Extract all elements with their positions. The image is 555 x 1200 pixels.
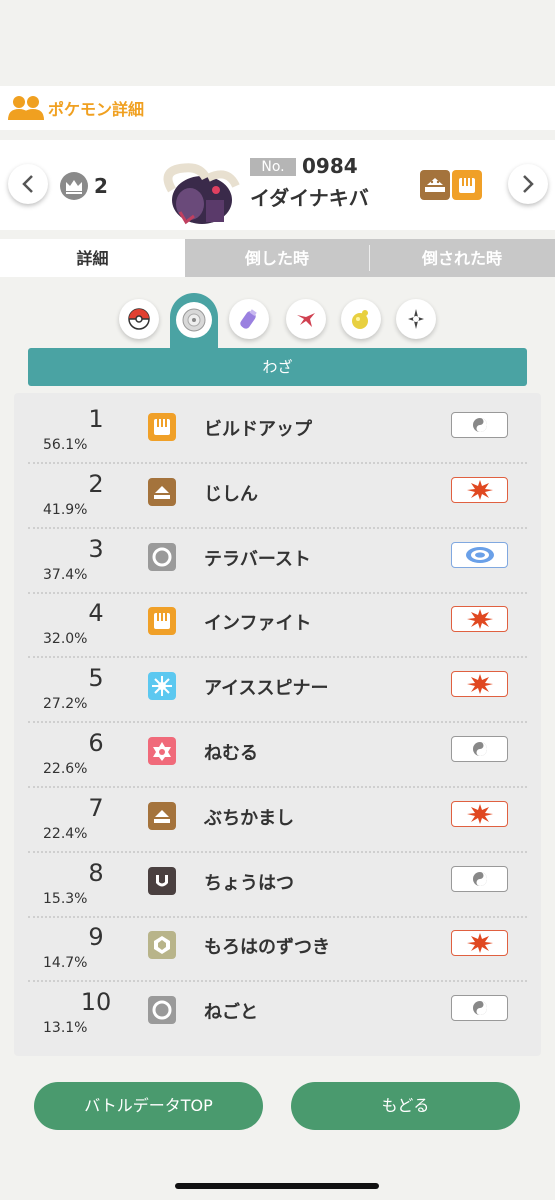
physical-category-icon	[451, 606, 508, 633]
normal-type-icon	[148, 996, 176, 1025]
chevron-left-icon	[22, 175, 33, 193]
move-usage-percent: 27.2%	[43, 696, 88, 713]
move-rank: 2	[88, 469, 104, 498]
crown-icon	[60, 172, 88, 200]
move-usage-percent: 37.4%	[43, 566, 88, 583]
move-usage-percent: 56.1%	[43, 437, 88, 453]
move-name: じしん	[204, 483, 258, 505]
move-rank: 7	[88, 793, 104, 822]
rock-type-icon	[148, 931, 176, 960]
status-category-icon	[451, 995, 508, 1022]
pokemon-card: 2 No. 0984 イダイナキバ	[0, 140, 555, 230]
ground-type-icon	[148, 801, 176, 830]
page-header: ポケモン詳細	[0, 86, 555, 130]
pokeball-icon[interactable]	[119, 299, 159, 339]
move-row[interactable]: 8 15.3% ちょうはつ	[14, 853, 541, 918]
tab-divider	[369, 245, 370, 271]
move-rank: 1	[88, 405, 104, 433]
prev-pokemon-button[interactable]	[8, 164, 48, 204]
home-indicator[interactable]	[175, 1183, 379, 1189]
move-usage-percent: 14.7%	[43, 955, 88, 972]
section-title: わざ	[28, 348, 527, 386]
item-icon[interactable]	[229, 299, 269, 339]
move-name: テラバースト	[204, 548, 311, 570]
ice-type-icon	[148, 672, 176, 701]
move-name: ぶちかまし	[204, 807, 295, 829]
physical-category-icon	[451, 800, 508, 827]
move-usage-percent: 15.3%	[43, 890, 88, 907]
next-pokemon-button[interactable]	[508, 164, 548, 204]
physical-category-icon	[451, 930, 508, 957]
move-row[interactable]: 3 37.4% テラバースト	[14, 529, 541, 594]
move-usage-percent: 32.0%	[43, 631, 88, 648]
special-category-icon	[451, 541, 508, 568]
dex-number-label: No.	[250, 158, 296, 176]
move-name: ねごと	[204, 1002, 258, 1024]
move-rank: 10	[80, 988, 112, 1017]
move-usage-percent: 22.6%	[43, 761, 88, 777]
move-usage-percent: 41.9%	[43, 501, 88, 518]
page-title: ポケモン詳細	[48, 100, 145, 119]
move-name: インファイト	[204, 613, 312, 635]
bottom-actions: バトルデータTOP もどる	[0, 1064, 555, 1200]
nature-icon[interactable]	[396, 299, 436, 339]
berry-icon[interactable]	[286, 299, 326, 339]
tab-details[interactable]: 詳細	[0, 239, 185, 277]
tab-defeated[interactable]: 倒した時	[185, 239, 369, 277]
move-usage-percent: 13.1%	[43, 1020, 88, 1037]
pokemon-name: イダイナキバ	[250, 186, 369, 210]
move-rank: 3	[88, 534, 104, 563]
move-list: 1 56.1% ビルドアップ 2 41.9% じしん 3 37.4% テラバースト 4 32.0% イ…	[14, 393, 541, 1056]
move-row[interactable]: 4 32.0% インファイト	[14, 593, 541, 659]
category-selector	[0, 293, 555, 353]
move-row[interactable]: 7 22.4% ぶちかまし	[14, 788, 541, 853]
move-rank: 9	[88, 923, 104, 952]
move-row[interactable]: 1 56.1% ビルドアップ	[14, 399, 541, 464]
physical-category-icon	[451, 671, 508, 698]
people-icon	[8, 96, 44, 120]
move-name: アイススピナー	[204, 678, 329, 700]
move-rank: 8	[88, 858, 104, 887]
tab-defeated-by[interactable]: 倒された時	[369, 239, 555, 277]
fighting-type-icon	[148, 413, 176, 441]
move-rank: 4	[88, 599, 104, 628]
status-category-icon	[451, 412, 508, 438]
normal-type-icon	[148, 542, 176, 571]
move-name: ちょうはつ	[204, 872, 294, 894]
dex-number: 0984	[302, 154, 358, 178]
chevron-right-icon	[523, 175, 534, 193]
fighting-type-icon	[148, 607, 176, 636]
back-button[interactable]: もどる	[291, 1082, 520, 1130]
tab-bar: 詳細 倒した時 倒された時	[0, 239, 555, 277]
move-usage-percent: 22.4%	[43, 825, 88, 842]
physical-category-icon	[451, 476, 508, 503]
dark-type-icon	[148, 866, 176, 895]
move-name: ビルドアップ	[204, 419, 312, 440]
move-row[interactable]: 10 13.1% ねごと	[14, 982, 541, 1047]
battle-data-top-button[interactable]: バトルデータTOP	[34, 1082, 263, 1130]
move-row[interactable]: 9 14.7% もろはのずつき	[14, 917, 541, 983]
move-rank: 5	[88, 664, 104, 693]
move-name: ねむる	[204, 743, 258, 764]
usage-rank: 2	[94, 174, 108, 198]
disc-icon[interactable]	[170, 293, 218, 353]
disc-icon-inner	[176, 302, 212, 338]
psychic-type-icon	[148, 737, 176, 765]
fighting-type-icon	[452, 170, 482, 200]
status-category-icon	[451, 736, 508, 762]
pokemon-image	[163, 163, 240, 225]
move-row[interactable]: 5 27.2% アイススピナー	[14, 658, 541, 724]
move-row[interactable]: 6 22.6% ねむる	[14, 723, 541, 788]
ground-type-icon	[148, 477, 176, 506]
status-category-icon	[451, 865, 508, 892]
move-rank: 6	[88, 729, 104, 757]
move-name: もろはのずつき	[204, 937, 330, 959]
ability-icon[interactable]	[341, 299, 381, 339]
move-row[interactable]: 2 41.9% じしん	[14, 464, 541, 529]
ground-type-icon	[420, 170, 450, 200]
